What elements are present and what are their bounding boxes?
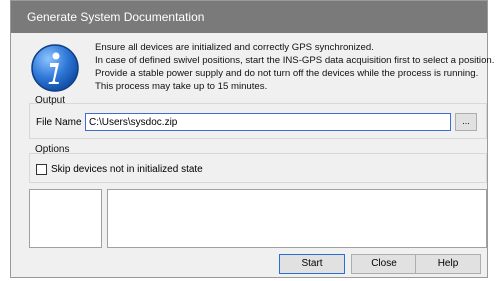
close-button[interactable]: Close — [351, 254, 417, 274]
help-button[interactable]: Help — [415, 254, 481, 274]
start-button[interactable]: Start — [279, 254, 345, 274]
message-line: Provide a stable power supply and do not… — [95, 68, 479, 79]
message-line: In case of defined swivel positions, sta… — [95, 55, 495, 66]
info-icon — [31, 44, 79, 92]
window-title: Generate System Documentation — [27, 10, 205, 24]
dialog-window: Generate System Documentation Ensure all… — [10, 0, 495, 278]
output-group-title: Output — [35, 95, 66, 106]
message-line: Ensure all devices are initialized and c… — [95, 42, 374, 53]
options-group-title: Options — [35, 144, 70, 155]
title-bar[interactable]: Generate System Documentation — [11, 1, 487, 33]
left-list-pane[interactable] — [29, 189, 102, 248]
message-line: This process may take up to 15 minutes. — [95, 81, 268, 92]
browse-button[interactable]: ... — [455, 113, 477, 131]
instruction-message: Ensure all devices are initialized and c… — [95, 41, 495, 93]
file-name-input[interactable] — [85, 113, 451, 131]
log-pane[interactable] — [107, 189, 487, 248]
skip-uninitialized-checkbox[interactable] — [36, 164, 47, 175]
skip-uninitialized-label[interactable]: Skip devices not in initialized state — [51, 164, 203, 175]
file-name-label: File Name — [36, 117, 82, 128]
